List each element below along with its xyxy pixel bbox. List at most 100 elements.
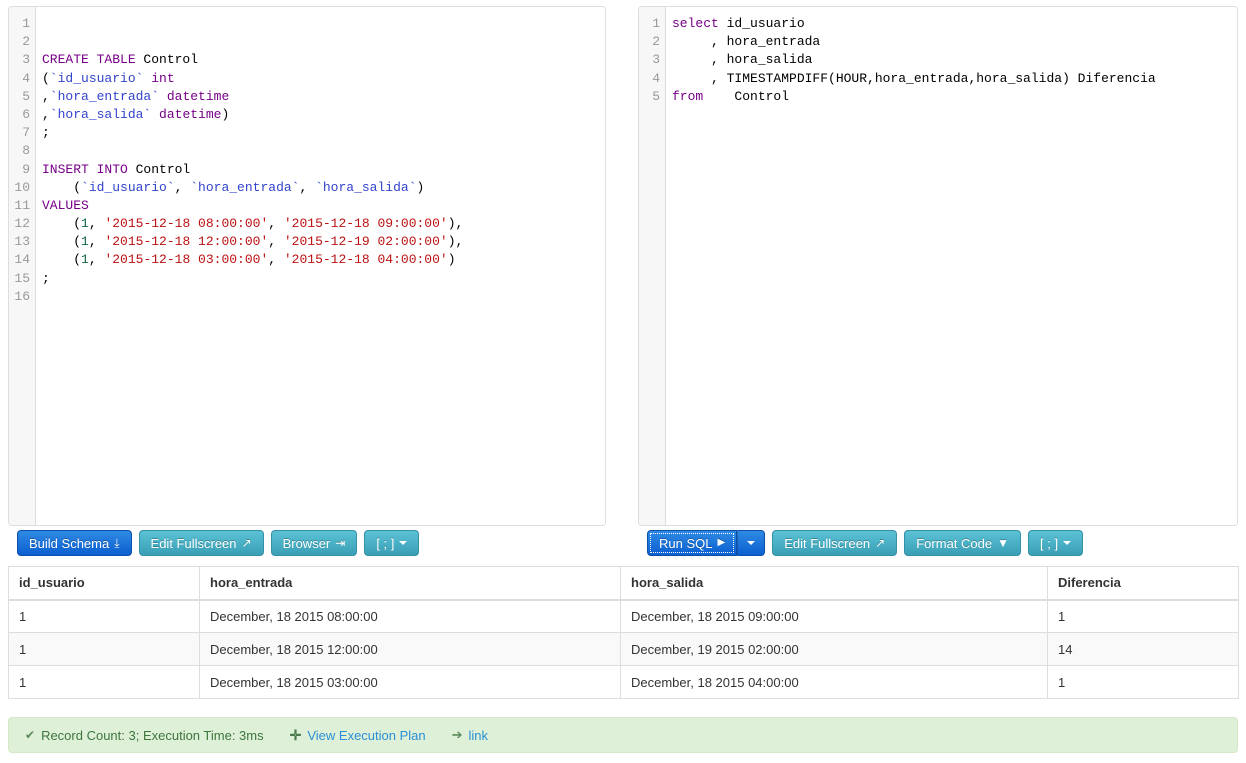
code-token: '2015-12-18 09:00:00' (283, 216, 448, 232)
table-cell-hora_entrada: December, 18 2015 03:00:00 (199, 665, 621, 699)
code-line: , hora_salida (672, 51, 1237, 69)
format-code-button[interactable]: Format Code ▼ (904, 530, 1021, 556)
line-number: 8 (22, 143, 30, 159)
share-arrow-icon: ➔ (451, 727, 463, 742)
results-table-body: 1 December, 18 2015 08:00:00 December, 18 … (8, 599, 1239, 699)
expand-arrows-icon: ↗ (875, 536, 886, 550)
table-cell-hora_salida: December, 18 2015 09:00:00 (620, 599, 1048, 633)
code-line: VALUES (42, 197, 605, 215)
schema-codemirror[interactable]: 1 2 3 4 5 6 7 8 9 10 11 12 13 14 15 16 CREATE TABLE Con… (9, 7, 605, 525)
format-code-label: Format Code (916, 535, 993, 551)
line-number: 4 (652, 70, 660, 86)
code-line: from Control (672, 88, 1237, 106)
schema-toolbar: Build Schema ⤓ Edit Fullscreen ↗ Browser… (17, 530, 426, 557)
table-cell-id_usuario: 1 (8, 665, 200, 699)
code-token: ( (42, 252, 82, 268)
line-number: 1 (22, 16, 30, 31)
table-row: 1 December, 18 2015 08:00:00 December, 18 … (8, 599, 1239, 633)
permalink-link[interactable]: link (469, 728, 489, 743)
code-token: , hora_salida (672, 52, 813, 68)
code-token: `hora_salida` (315, 179, 417, 195)
link-segment[interactable]: ➔ link (452, 727, 488, 743)
line-number: 10 (14, 179, 30, 195)
code-line: INSERT INTO Control (42, 161, 605, 179)
code-token: , TIMESTAMPDIFF(HOUR,hora_entrada,hora_s… (672, 70, 1156, 86)
table-cell-Diferencia: 1 (1047, 599, 1239, 633)
column-header-diferencia[interactable]: Diferencia (1047, 566, 1239, 601)
code-token: VALUES (42, 197, 89, 213)
code-token: ( (42, 216, 82, 232)
check-icon: ✔ (25, 728, 36, 742)
schema-edit-fullscreen-label: Edit Fullscreen (150, 535, 237, 551)
line-number: 1 (652, 16, 660, 31)
query-codemirror[interactable]: 1 2 3 4 5 select id_usuario , hora_entrada ,… (639, 7, 1237, 525)
schema-line-number-gutter: 1 2 3 4 5 6 7 8 9 10 11 12 13 14 15 16 (9, 7, 36, 525)
record-count-text: Record Count: 3; Execution Time: 3ms (41, 727, 264, 743)
code-token: ; (42, 270, 50, 286)
query-code-area[interactable]: select id_usuario , hora_entrada , hora_… (666, 7, 1237, 525)
line-number: 3 (652, 52, 660, 68)
table-cell-hora_salida: December, 18 2015 04:00:00 (620, 665, 1048, 699)
code-token: , (42, 88, 50, 104)
run-sql-button[interactable]: Run SQL ▶ (647, 530, 738, 556)
query-editor-pane[interactable]: 1 2 3 4 5 select id_usuario , hora_entrada ,… (638, 6, 1238, 526)
run-sql-dropdown-toggle[interactable] (737, 530, 766, 556)
code-line: select id_usuario (672, 15, 1237, 33)
code-token: , (88, 252, 105, 268)
view-execution-plan-link[interactable]: View Execution Plan (307, 728, 425, 743)
browser-label: Browser (282, 535, 331, 551)
code-token: from (672, 88, 704, 104)
schema-editor-pane[interactable]: 1 2 3 4 5 6 7 8 9 10 11 12 13 14 15 16 CREATE TABLE Con… (8, 6, 606, 526)
schema-delimiter-dropdown[interactable]: [ ; ] (364, 530, 420, 556)
code-token: , (42, 106, 50, 122)
schema-edit-fullscreen-button[interactable]: Edit Fullscreen ↗ (138, 530, 264, 556)
line-number: 16 (14, 288, 30, 304)
code-line: (`id_usuario` int (42, 70, 605, 88)
column-header-hora_salida[interactable]: hora_salida (620, 566, 1048, 601)
column-header-hora_entrada[interactable]: hora_entrada (199, 566, 621, 601)
record-count-segment: ✔ Record Count: 3; Execution Time: 3ms (25, 728, 264, 743)
code-token: `hora_entrada` (49, 88, 160, 104)
code-token: , (88, 234, 105, 250)
code-token: `hora_entrada` (190, 179, 300, 195)
code-token: ( (42, 70, 50, 86)
table-cell-Diferencia: 1 (1047, 665, 1239, 699)
query-edit-fullscreen-button[interactable]: Edit Fullscreen ↗ (772, 530, 898, 556)
line-number: 5 (22, 88, 30, 104)
line-number: 5 (652, 88, 660, 104)
code-token: , (268, 234, 284, 250)
schema-code-area[interactable]: CREATE TABLE Control (`id_usuario` int ,`h… (36, 7, 605, 525)
column-header-id_usuario[interactable]: id_usuario (8, 566, 200, 601)
query-delimiter-dropdown[interactable]: [ ; ] (1028, 530, 1084, 556)
browser-button[interactable]: Browser ⇥ (270, 530, 358, 556)
code-token: '2015-12-18 03:00:00' (104, 252, 269, 268)
line-number: 12 (14, 216, 30, 232)
code-token: ), (447, 216, 464, 232)
query-toolbar: Run SQL ▶ Edit Fullscreen ↗ Format Code … (647, 530, 1090, 557)
query-line-number-gutter: 1 2 3 4 5 (639, 7, 666, 525)
code-token: 1 (81, 252, 89, 268)
code-token: , (299, 179, 316, 195)
table-cell-hora_entrada: December, 18 2015 08:00:00 (199, 599, 621, 633)
chevron-down-icon (1063, 541, 1072, 545)
code-token: 1 (81, 234, 89, 250)
code-line: (1, '2015-12-18 08:00:00', '2015-12-18 0… (42, 215, 605, 233)
status-bar: ✔ Record Count: 3; Execution Time: 3ms ✛… (8, 717, 1238, 753)
download-icon: ⤓ (114, 536, 120, 550)
view-execution-plan-segment[interactable]: ✛ View Execution Plan (290, 727, 426, 744)
code-token: INSERT INTO (42, 161, 128, 177)
chevron-down-icon (747, 541, 756, 545)
code-token: '2015-12-18 12:00:00' (104, 234, 269, 250)
schema-delimiter-label: [ ; ] (376, 535, 395, 551)
build-schema-button[interactable]: Build Schema ⤓ (17, 530, 132, 556)
chevron-down-icon (399, 541, 408, 545)
code-token: , (174, 179, 191, 195)
line-number: 2 (652, 34, 660, 50)
code-line: (1, '2015-12-18 12:00:00', '2015-12-19 0… (42, 233, 605, 251)
code-line: (`id_usuario`, `hora_entrada`, `hora_sal… (42, 179, 605, 197)
line-number: 15 (14, 270, 30, 286)
code-line: ; (42, 270, 605, 288)
code-token: int (151, 70, 175, 86)
